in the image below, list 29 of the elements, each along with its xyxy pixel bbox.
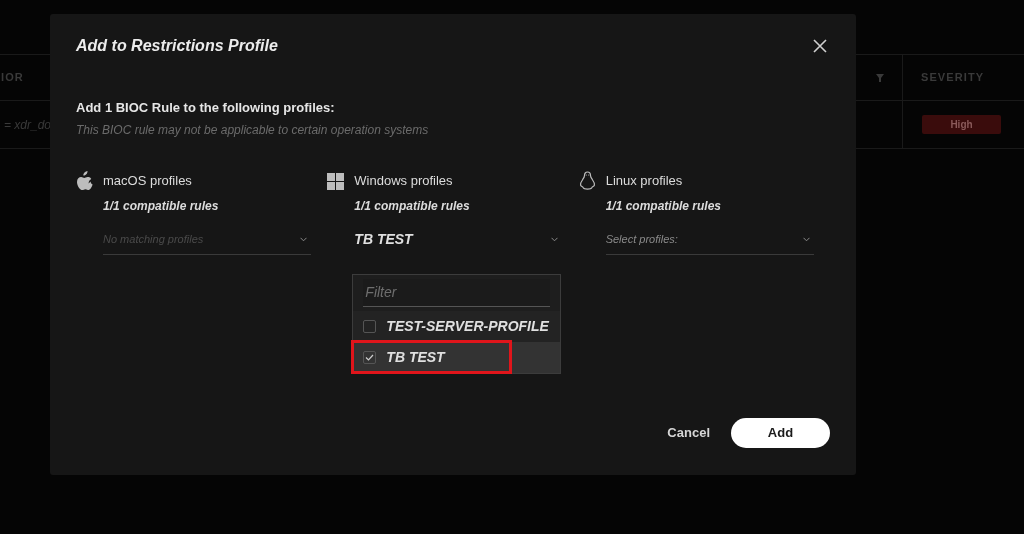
chevron-down-icon xyxy=(551,236,559,242)
penguin-icon xyxy=(578,170,596,190)
dialog-heading: Add 1 BIOC Rule to the following profiles: xyxy=(76,99,336,117)
dialog-title: Add to Restrictions Profile xyxy=(76,36,278,56)
add-button[interactable]: Add xyxy=(731,418,830,448)
profile-select[interactable]: Select profiles: xyxy=(605,224,814,255)
dropdown-option[interactable]: TEST-SERVER-PROFILE xyxy=(353,310,561,342)
checkbox[interactable] xyxy=(363,350,377,364)
close-button[interactable] xyxy=(811,37,829,55)
close-icon xyxy=(813,39,827,53)
severity-badge: High xyxy=(922,115,1001,134)
chevron-down-icon xyxy=(300,236,307,242)
filter-icon xyxy=(876,73,884,82)
profile-title: Linux profiles xyxy=(605,172,684,189)
compatibility-text: 1/1 compatible rules xyxy=(605,197,723,215)
profile-select[interactable]: TB TEST xyxy=(354,224,563,255)
windows-icon xyxy=(327,172,345,190)
apple-icon xyxy=(76,170,93,191)
check-icon xyxy=(365,353,375,361)
dropdown-option[interactable]: TB TEST xyxy=(353,341,561,373)
profile-title: macOS profiles xyxy=(103,172,193,189)
compatibility-text: 1/1 compatible rules xyxy=(103,197,220,215)
dialog-subtitle: This BIOC rule may not be applicable to certain operation systems xyxy=(76,121,430,139)
cancel-button[interactable]: Cancel xyxy=(665,423,712,443)
chevron-down-icon xyxy=(802,236,810,242)
profile-title: Windows profiles xyxy=(354,172,454,189)
compatibility-text: 1/1 compatible rules xyxy=(354,197,471,215)
dropdown-menu[interactable]: Filter TEST-SERVER-PROFILE TB TEST xyxy=(352,273,562,374)
checkbox[interactable] xyxy=(363,319,377,333)
